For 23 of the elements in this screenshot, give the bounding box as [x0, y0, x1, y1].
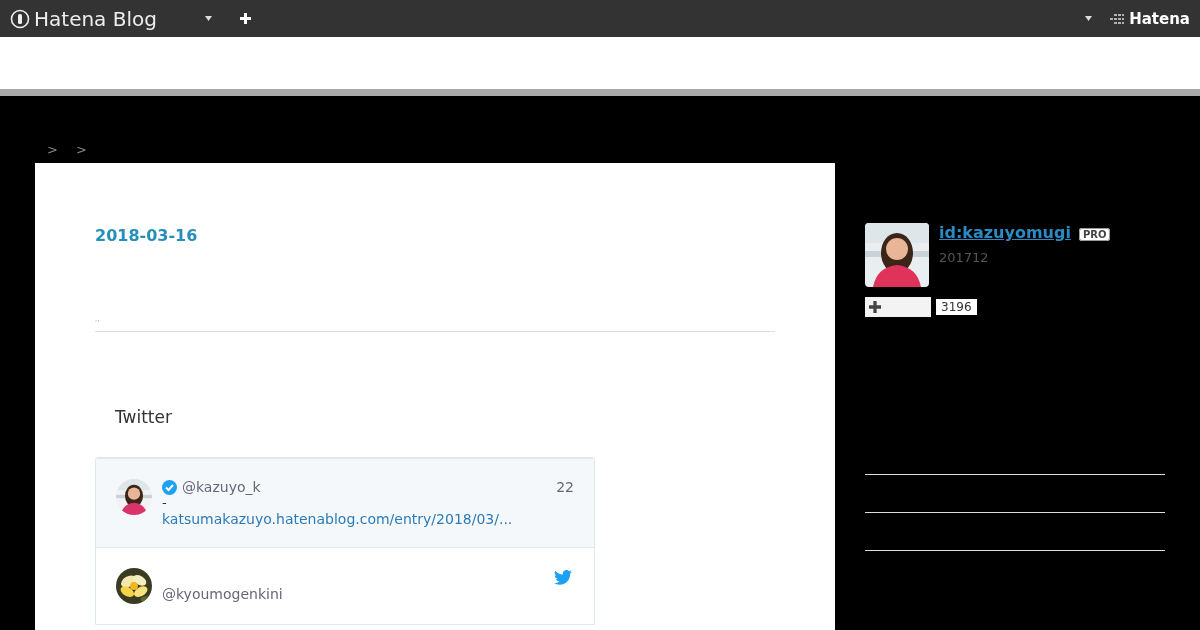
plus-icon[interactable] — [239, 13, 251, 24]
tweet-text: - — [162, 495, 168, 511]
plus-icon — [869, 301, 881, 313]
bird-icon[interactable] — [554, 570, 572, 585]
caret-icon[interactable] — [204, 16, 212, 21]
pro-badge: PRO — [1078, 228, 1111, 241]
tweet-link[interactable]: katsumakazuyo.hatenablog.com/entry/2018/03/... — [162, 511, 513, 527]
user-handle[interactable]: @kazuyo_k — [182, 479, 261, 495]
breadcrumb-separator: > — [47, 142, 58, 157]
breadcrumb-separator: > — [75, 142, 87, 157]
logo-text[interactable]: Hatena Blog — [34, 6, 157, 31]
caret-icon[interactable] — [1085, 16, 1093, 21]
entry-date[interactable]: 2018-03-16 — [95, 226, 198, 245]
user-id-link[interactable]: id:kazuyomugi — [939, 223, 1071, 242]
module-title: Twitter — [115, 407, 173, 427]
tweet-time[interactable]: 22 — [556, 479, 574, 495]
user-handle[interactable]: @kyoumogenkini — [162, 586, 283, 602]
lines-icon — [1110, 13, 1127, 24]
reader-count: 3196 — [936, 299, 977, 315]
member-since: 201712 — [939, 250, 990, 265]
subscribe-button[interactable] — [865, 297, 931, 317]
pen-icon — [10, 8, 30, 29]
brand-text[interactable]: Hatena — [1129, 9, 1190, 28]
